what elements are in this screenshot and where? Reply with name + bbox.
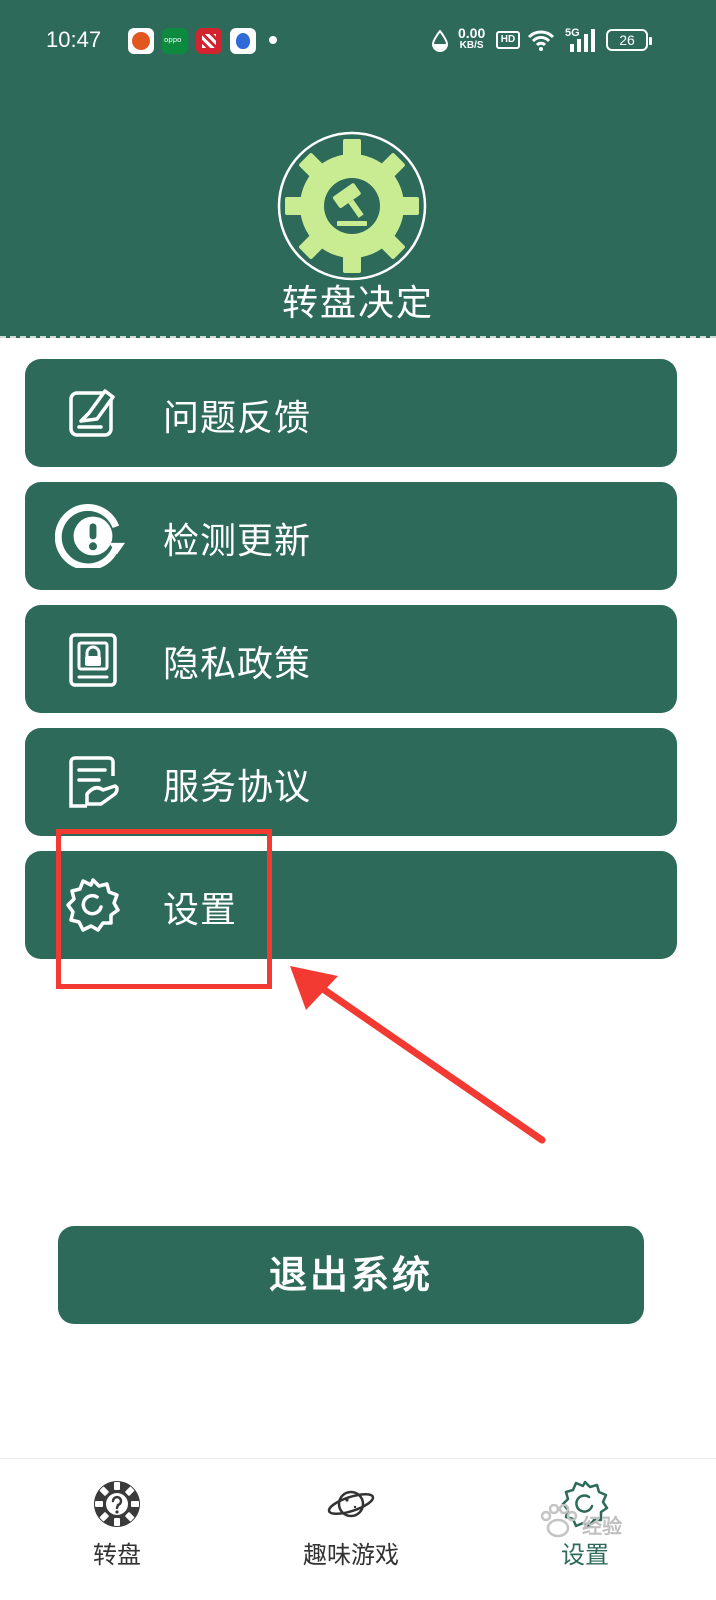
privacy-lock-icon	[69, 633, 117, 687]
menu-item-label: 检测更新	[163, 521, 312, 562]
menu-item-check-update[interactable]: 检测更新	[25, 482, 677, 590]
app-title: 转盘决定	[281, 283, 434, 324]
nav-tab-wheel[interactable]: 转盘	[17, 1459, 217, 1600]
menu-item-label: 服务协议	[163, 767, 312, 808]
oppo-notification-icon	[162, 28, 188, 54]
gavel-wheel-icon	[277, 131, 427, 281]
annotation-arrow	[290, 966, 546, 1144]
menu-item-service-agreement[interactable]: 服务协议	[25, 728, 677, 836]
wifi-icon	[527, 30, 555, 51]
menu-item-label: 问题反馈	[163, 398, 312, 439]
wheel-question-icon	[94, 1481, 140, 1527]
header-divider	[0, 336, 716, 338]
update-check-icon	[55, 504, 125, 568]
menu-item-label: 隐私政策	[163, 644, 312, 685]
nav-tab-label: 转盘	[93, 1541, 141, 1569]
planet-icon	[327, 1490, 375, 1518]
watermark-text: 经验	[582, 1514, 622, 1538]
logout-button[interactable]: 退出系统	[58, 1226, 644, 1324]
paw-watermark-icon	[540, 1504, 578, 1538]
network-speed-value: 0.00	[458, 25, 486, 41]
battery-indicator: 26	[606, 29, 652, 51]
status-time: 10:47	[46, 27, 102, 52]
service-agreement-icon	[69, 756, 119, 808]
watermark: 经验	[538, 1504, 698, 1544]
status-bar: 10:47 0.00 KB/S HD 5G 26	[0, 0, 716, 84]
notification-app-icon	[128, 28, 154, 54]
data-saver-icon	[431, 30, 449, 52]
notification-app-icon	[196, 28, 222, 54]
more-notifications-dot	[269, 36, 277, 44]
network-speed-unit: KB/S	[459, 40, 484, 51]
menu-item-privacy-policy[interactable]: 隐私政策	[25, 605, 677, 713]
nav-tab-label: 趣味游戏	[303, 1541, 399, 1569]
annotation-highlight-box	[56, 829, 272, 989]
network-speed: 0.00 KB/S	[458, 26, 485, 51]
menu-item-feedback[interactable]: 问题反馈	[25, 359, 677, 467]
signal-icon	[570, 29, 595, 52]
nav-tab-fun-games[interactable]: 趣味游戏	[251, 1459, 451, 1600]
baidu-notification-icon	[230, 28, 256, 54]
app-header: 10:47 0.00 KB/S HD 5G 26	[0, 0, 716, 338]
hd-voice-icon: HD	[496, 31, 520, 49]
feedback-edit-icon	[69, 389, 115, 437]
